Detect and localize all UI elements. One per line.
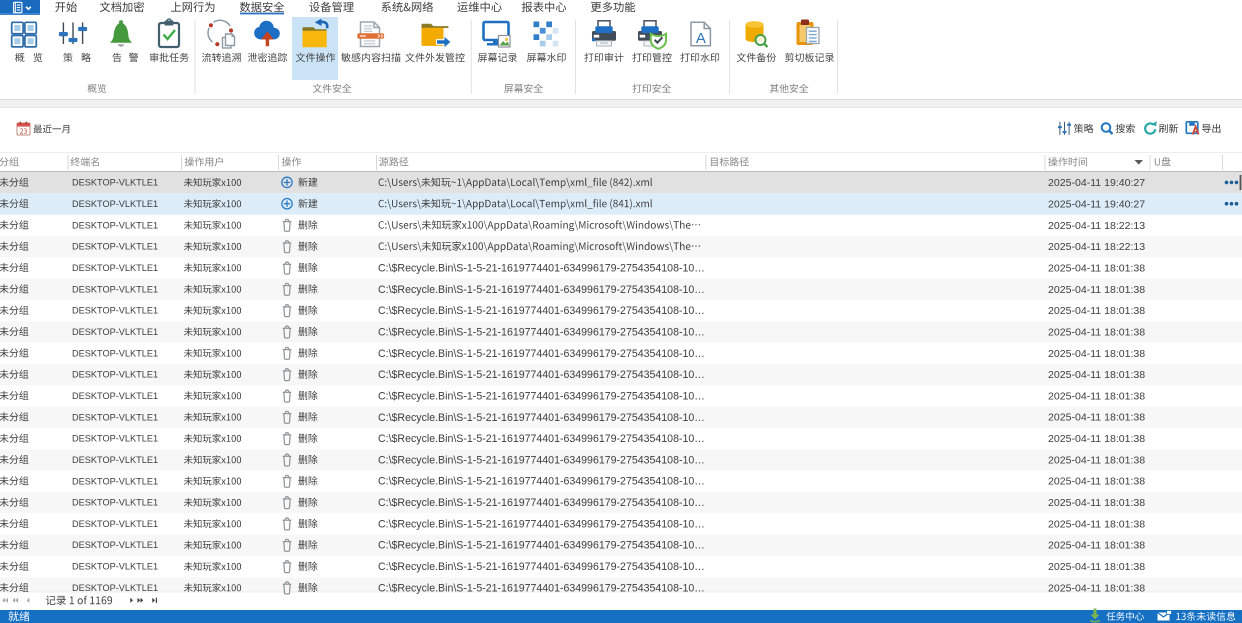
- svg-text:C:\$Recycle.Bin\S-1-5-21-16197: C:\$Recycle.Bin\S-1-5-21-1619774401-6349…: [378, 476, 705, 488]
- svg-text:C:\$Recycle.Bin\S-1-5-21-16197: C:\$Recycle.Bin\S-1-5-21-1619774401-6349…: [378, 412, 705, 424]
- svg-text:DESKTOP-VLKTLE1: DESKTOP-VLKTLE1: [72, 178, 158, 188]
- svg-text:2025-04-11 18:01:38: 2025-04-11 18:01:38: [1048, 582, 1145, 594]
- svg-text:DESKTOP-VLKTLE1: DESKTOP-VLKTLE1: [72, 199, 158, 209]
- svg-text:DESKTOP-VLKTLE1: DESKTOP-VLKTLE1: [72, 220, 158, 230]
- svg-text:C:\$Recycle.Bin\S-1-5-21-16197: C:\$Recycle.Bin\S-1-5-21-1619774401-6349…: [378, 262, 705, 274]
- svg-text:DESKTOP-VLKTLE1: DESKTOP-VLKTLE1: [72, 498, 158, 508]
- svg-text:2025-04-11 18:01:38: 2025-04-11 18:01:38: [1048, 348, 1145, 360]
- svg-text:2025-04-11 18:22:13: 2025-04-11 18:22:13: [1048, 241, 1145, 253]
- svg-text:2025-04-11 18:01:38: 2025-04-11 18:01:38: [1048, 433, 1145, 445]
- svg-text:C:\$Recycle.Bin\S-1-5-21-16197: C:\$Recycle.Bin\S-1-5-21-1619774401-6349…: [378, 561, 705, 573]
- svg-text:DESKTOP-VLKTLE1: DESKTOP-VLKTLE1: [72, 519, 158, 529]
- svg-text:DESKTOP-VLKTLE1: DESKTOP-VLKTLE1: [72, 284, 158, 294]
- svg-text:C:\$Recycle.Bin\S-1-5-21-16197: C:\$Recycle.Bin\S-1-5-21-1619774401-6349…: [378, 454, 705, 466]
- svg-text:C:\$Recycle.Bin\S-1-5-21-16197: C:\$Recycle.Bin\S-1-5-21-1619774401-6349…: [378, 540, 705, 552]
- svg-text:C:\$Recycle.Bin\S-1-5-21-16197: C:\$Recycle.Bin\S-1-5-21-1619774401-6349…: [378, 348, 705, 360]
- svg-text:DESKTOP-VLKTLE1: DESKTOP-VLKTLE1: [72, 562, 158, 572]
- svg-text:2025-04-11 18:01:38: 2025-04-11 18:01:38: [1048, 540, 1145, 552]
- svg-text:2025-04-11 18:01:38: 2025-04-11 18:01:38: [1048, 390, 1145, 402]
- svg-text:C:\$Recycle.Bin\S-1-5-21-16197: C:\$Recycle.Bin\S-1-5-21-1619774401-6349…: [378, 497, 705, 509]
- svg-text:A: A: [696, 30, 706, 47]
- svg-text:2025-04-11 18:01:38: 2025-04-11 18:01:38: [1048, 476, 1145, 488]
- svg-text:DESKTOP-VLKTLE1: DESKTOP-VLKTLE1: [72, 476, 158, 486]
- svg-text:C:\$Recycle.Bin\S-1-5-21-16197: C:\$Recycle.Bin\S-1-5-21-1619774401-6349…: [378, 326, 705, 338]
- svg-text:DESKTOP-VLKTLE1: DESKTOP-VLKTLE1: [72, 348, 158, 358]
- svg-text:DESKTOP-VLKTLE1: DESKTOP-VLKTLE1: [72, 455, 158, 465]
- svg-text:DESKTOP-VLKTLE1: DESKTOP-VLKTLE1: [72, 327, 158, 337]
- svg-text:DESKTOP-VLKTLE1: DESKTOP-VLKTLE1: [72, 263, 158, 273]
- svg-text:DESKTOP-VLKTLE1: DESKTOP-VLKTLE1: [72, 306, 158, 316]
- svg-text:DESKTOP-VLKTLE1: DESKTOP-VLKTLE1: [72, 412, 158, 422]
- svg-text:C:\$Recycle.Bin\S-1-5-21-16197: C:\$Recycle.Bin\S-1-5-21-1619774401-6349…: [378, 284, 705, 296]
- svg-text:2025-04-11 19:40:27: 2025-04-11 19:40:27: [1048, 177, 1145, 189]
- svg-text:C:\$Recycle.Bin\S-1-5-21-16197: C:\$Recycle.Bin\S-1-5-21-1619774401-6349…: [378, 518, 705, 530]
- svg-text:2025-04-11 18:01:38: 2025-04-11 18:01:38: [1048, 284, 1145, 296]
- svg-text:2025-04-11 18:01:38: 2025-04-11 18:01:38: [1048, 454, 1145, 466]
- svg-text:DESKTOP-VLKTLE1: DESKTOP-VLKTLE1: [72, 583, 158, 593]
- svg-text:2025-04-11 18:01:38: 2025-04-11 18:01:38: [1048, 326, 1145, 338]
- svg-text:C:\$Recycle.Bin\S-1-5-21-16197: C:\$Recycle.Bin\S-1-5-21-1619774401-6349…: [378, 582, 705, 594]
- svg-text:C:\$Recycle.Bin\S-1-5-21-16197: C:\$Recycle.Bin\S-1-5-21-1619774401-6349…: [378, 390, 705, 402]
- svg-text:2025-04-11 18:01:38: 2025-04-11 18:01:38: [1048, 262, 1145, 274]
- svg-text:C:\$Recycle.Bin\S-1-5-21-16197: C:\$Recycle.Bin\S-1-5-21-1619774401-6349…: [378, 433, 705, 445]
- svg-text:2025-04-11 18:01:38: 2025-04-11 18:01:38: [1048, 497, 1145, 509]
- svg-text:2025-04-11 18:01:38: 2025-04-11 18:01:38: [1048, 412, 1145, 424]
- svg-text:DESKTOP-VLKTLE1: DESKTOP-VLKTLE1: [72, 370, 158, 380]
- svg-text:2025-04-11 18:22:13: 2025-04-11 18:22:13: [1048, 220, 1145, 232]
- svg-text:C:\$Recycle.Bin\S-1-5-21-16197: C:\$Recycle.Bin\S-1-5-21-1619774401-6349…: [378, 305, 705, 317]
- svg-text:DESKTOP-VLKTLE1: DESKTOP-VLKTLE1: [72, 242, 158, 252]
- svg-text:2025-04-11 18:01:38: 2025-04-11 18:01:38: [1048, 305, 1145, 317]
- svg-text:2025-04-11 18:01:38: 2025-04-11 18:01:38: [1048, 561, 1145, 573]
- svg-text:DESKTOP-VLKTLE1: DESKTOP-VLKTLE1: [72, 540, 158, 550]
- svg-text:2025-04-11 18:01:38: 2025-04-11 18:01:38: [1048, 369, 1145, 381]
- svg-text:C:\$Recycle.Bin\S-1-5-21-16197: C:\$Recycle.Bin\S-1-5-21-1619774401-6349…: [378, 369, 705, 381]
- svg-text:2025-04-11 19:40:27: 2025-04-11 19:40:27: [1048, 198, 1145, 210]
- svg-text:2025-04-11 18:01:38: 2025-04-11 18:01:38: [1048, 518, 1145, 530]
- svg-text:DESKTOP-VLKTLE1: DESKTOP-VLKTLE1: [72, 434, 158, 444]
- svg-text:DESKTOP-VLKTLE1: DESKTOP-VLKTLE1: [72, 391, 158, 401]
